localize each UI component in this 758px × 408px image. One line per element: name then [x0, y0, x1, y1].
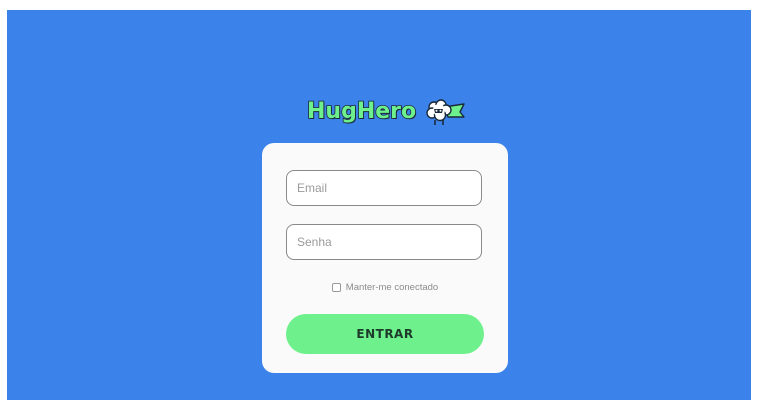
app-logo: HugHero	[306, 95, 466, 127]
login-card: Manter-me conectado ENTRAR	[262, 143, 508, 373]
remember-me-label: Manter-me conectado	[345, 282, 439, 293]
email-field[interactable]	[286, 170, 482, 206]
remember-me-checkbox[interactable]	[331, 283, 341, 292]
sheep-hero-icon	[424, 95, 466, 127]
login-button[interactable]: ENTRAR	[286, 314, 484, 354]
app-background: HugHero Email Manter-me conectado ENTRAR	[7, 10, 751, 400]
remember-me[interactable]: Manter-me conectado	[262, 282, 508, 293]
logo-text: HugHero	[306, 98, 417, 125]
password-field[interactable]	[286, 224, 482, 260]
